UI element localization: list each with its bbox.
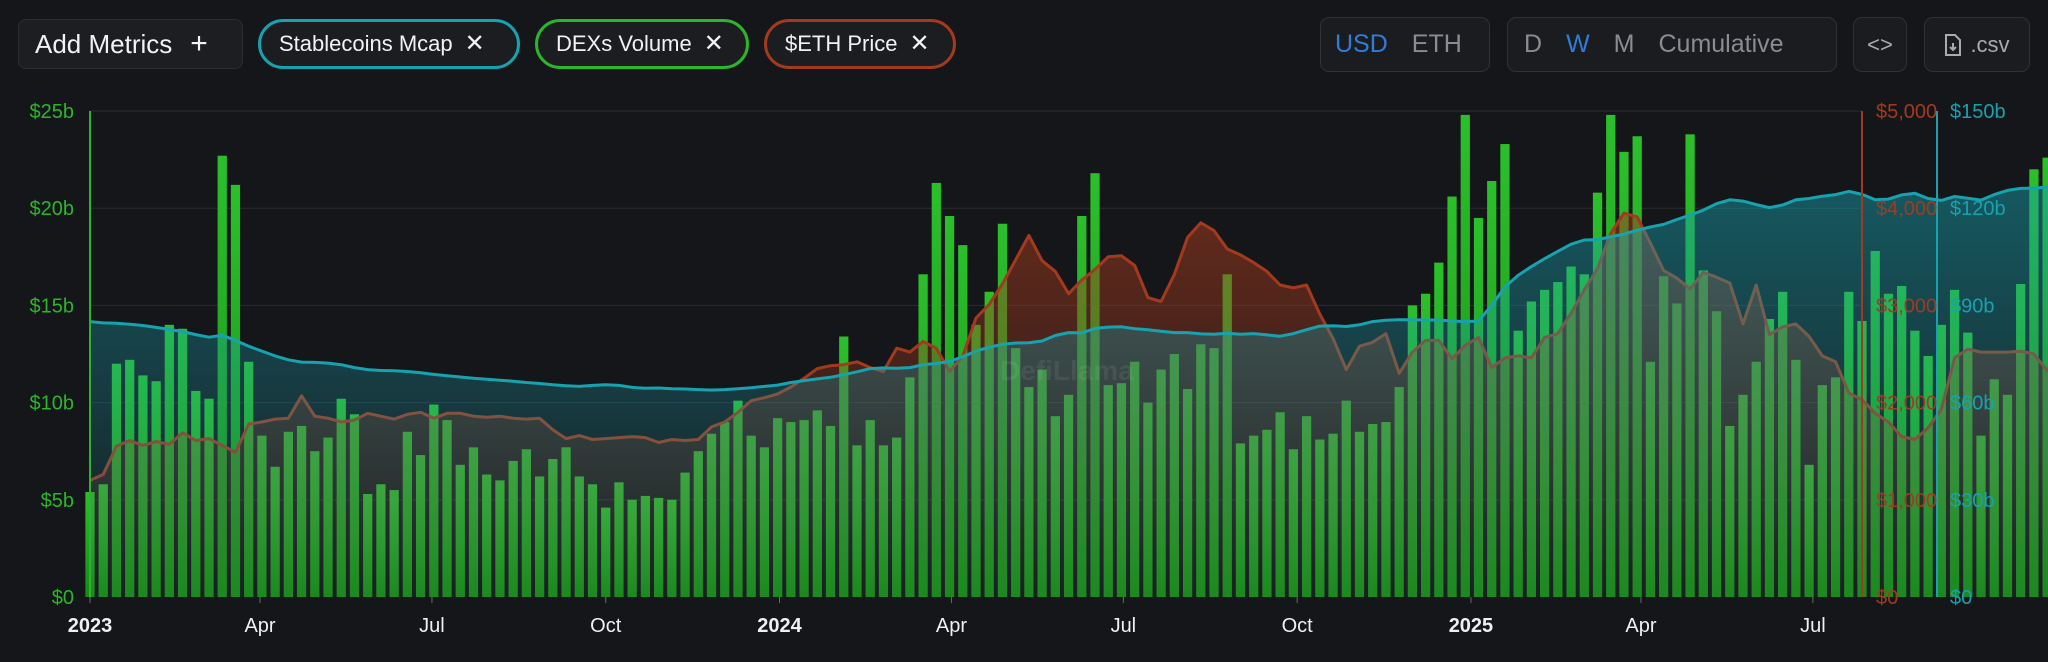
watermark: DefiLlama xyxy=(1000,355,1134,386)
stablecoins-axis-tick: $150b xyxy=(1950,101,2006,123)
stablecoins-axis-tick: $30b xyxy=(1950,490,1995,512)
eth-axis-tick: $4,000 xyxy=(1876,198,1937,220)
x-axis-tick-label: Apr xyxy=(936,615,967,637)
dex-axis-tick: $20b xyxy=(30,198,75,220)
x-axis-tick-label: Jul xyxy=(1111,615,1137,637)
stablecoins-axis-tick: $90b xyxy=(1950,295,1995,317)
eth-axis-tick: $0 xyxy=(1876,587,1898,609)
x-axis-tick-label: Jul xyxy=(419,615,445,637)
x-axis-tick-label: Jul xyxy=(1800,615,1826,637)
dex-axis-tick: $5b xyxy=(41,490,74,512)
metrics-chart: DefiLlama $0 $5b $10b $15b $20b $25b $0 $1,000 $… xyxy=(30,101,2048,637)
x-axis-tick-label: Oct xyxy=(1282,615,1314,637)
stablecoins-axis-tick: $120b xyxy=(1950,198,2006,220)
dex-axis-tick: $25b xyxy=(30,101,75,123)
x-axis-tick-label: Oct xyxy=(590,615,622,637)
eth-axis-tick: $3,000 xyxy=(1876,295,1937,317)
dex-axis-tick: $10b xyxy=(30,393,75,415)
x-axis-tick-label: 2025 xyxy=(1449,615,1494,637)
stablecoins-axis-tick: $60b xyxy=(1950,393,1995,415)
x-axis-tick-label: 2024 xyxy=(757,615,802,637)
dex-axis-tick: $0 xyxy=(52,587,74,609)
x-axis-tick-label: 2023 xyxy=(68,615,113,637)
eth-axis-tick: $5,000 xyxy=(1876,101,1937,123)
stablecoins-axis-tick: $0 xyxy=(1950,587,1972,609)
eth-axis-tick: $1,000 xyxy=(1876,490,1937,512)
dex-axis-tick: $15b xyxy=(30,295,75,317)
x-axis-tick-label: Apr xyxy=(1625,615,1656,637)
eth-axis-tick: $2,000 xyxy=(1876,393,1937,415)
x-axis-tick-label: Apr xyxy=(244,615,275,637)
